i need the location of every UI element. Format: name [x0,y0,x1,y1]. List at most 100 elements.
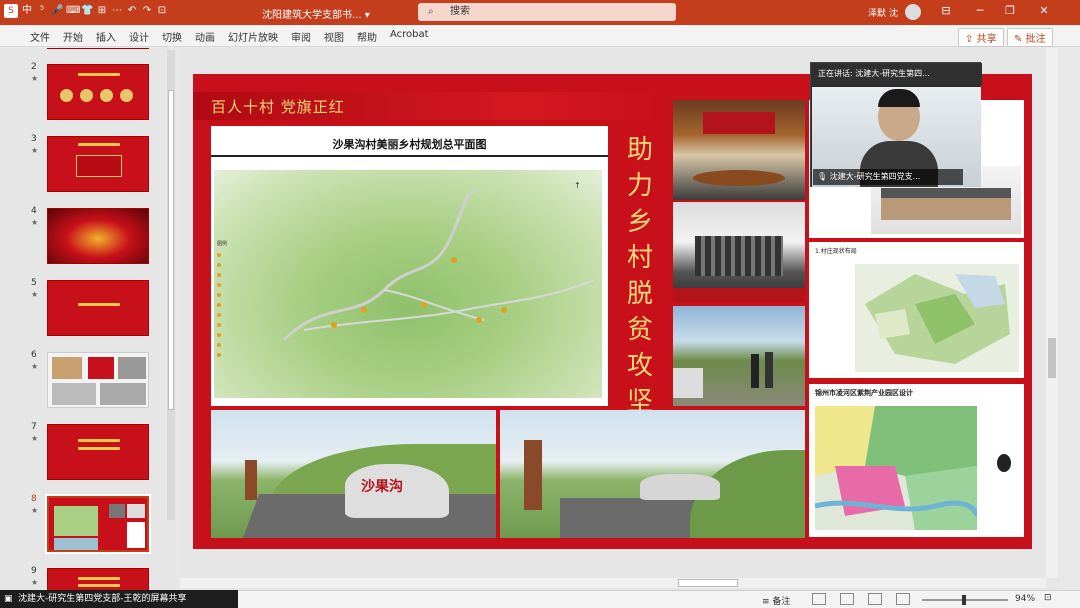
horizontal-scrollbar[interactable] [180,578,1046,588]
tab-home[interactable]: 开始 [63,29,83,44]
present-icon[interactable]: ⊡ [156,4,168,18]
comment-icon: ✎ [1014,34,1023,45]
slide-heading: 百人十村 党旗正红 [211,98,345,116]
slide-star-icon: ★ [31,506,39,515]
tab-transitions[interactable]: 切换 [162,29,182,44]
notes-button[interactable]: ≡ 备注 [762,594,790,607]
scrollbar-handle[interactable] [168,90,174,410]
thumb-title-bar [78,143,120,146]
meeting-photo [673,100,805,200]
speaking-indicator: 正在讲话: 沈建大-研究生第四... [811,63,982,85]
map-drawing: ↑ [282,181,595,342]
keyboard-icon[interactable]: ⌨ [66,4,80,18]
zoom-slider-knob[interactable] [962,595,966,605]
slide-thumbnail-9[interactable] [47,568,149,590]
video-participant-tile[interactable]: 正在讲话: 沈建大-研究生第四... 🎙 沈建大-研究生第四党支... [810,62,982,187]
tab-acrobat[interactable]: Acrobat [390,29,429,44]
slide-thumbnail-3[interactable] [47,136,149,192]
slide-number: 6 [31,350,37,360]
ribbon-display-icon[interactable]: ⊟ [936,4,956,17]
search-icon: ⌕ [428,6,434,17]
slide-thumbnail-6[interactable] [47,352,149,408]
legend-dot-icon [217,293,221,297]
search-box[interactable]: ⌕ 搜索 [418,3,676,21]
title-bar: S 中 ⁵ 🎤 ⌨ 👕 ⊞ ⋯ ↶ ↷ ⊡ 沈阳建筑大学支部书... ▾ ⌕ 搜… [0,0,1080,25]
slide-star-icon: ★ [31,74,39,83]
slide-number: 4 [31,206,37,216]
building [881,196,1011,220]
legend-item [217,310,255,320]
scrollbar-handle[interactable] [678,579,738,587]
roof [881,188,1011,198]
slide-thumbnail-8[interactable] [45,494,151,554]
microphone-icon[interactable]: 🎤 [51,4,63,18]
slide-thumbnail-2[interactable] [47,64,149,120]
more-icon[interactable]: ⋯ [111,4,123,18]
tab-slideshow[interactable]: 幻灯片放映 [228,29,278,44]
skin-icon[interactable]: 👕 [81,4,93,18]
ime-chinese-icon[interactable]: 中 [21,4,33,18]
park-drawing [815,406,977,530]
tab-animations[interactable]: 动画 [195,29,215,44]
master-plan-title: 沙果沟村美丽乡村规划总平面图 [332,138,487,151]
tab-view[interactable]: 视图 [324,29,344,44]
site-visit-photo [673,306,805,406]
thumb-photo [54,538,98,550]
slide-thumbnail-5[interactable] [47,280,149,336]
tab-insert[interactable]: 插入 [96,29,116,44]
reading-view-icon[interactable] [868,593,882,605]
slide-sorter-icon[interactable] [840,593,854,605]
user-name[interactable]: 泽默 沈 [868,6,898,19]
slide-thumbnail-1[interactable] [47,48,149,49]
app-logo-icon[interactable]: S [4,4,18,18]
toolbox-icon[interactable]: ⊞ [96,4,108,18]
tab-file[interactable]: 文件 [30,29,50,44]
redo-icon[interactable]: ↷ [141,4,153,18]
thumb-circle [120,89,133,102]
slide-star-icon: ★ [31,146,39,155]
thumb-photo [109,504,125,518]
thumb-title-bar [78,584,120,587]
punctuation-icon[interactable]: ⁵ [36,4,48,18]
slideshow-view-icon[interactable] [896,593,910,605]
screen-share-notice: ▣ 沈建大-研究生第四党支部-王乾的屏幕共享 [0,590,238,608]
maximize-icon[interactable]: ❐ [1000,4,1020,17]
meeting-table [693,170,785,186]
legend-item [217,250,255,260]
industrial-park-card: 锦州市凌河区紫荆产业园区设计 [809,384,1024,537]
minimize-icon[interactable]: ─ [970,4,990,17]
zoom-level[interactable]: 94% [1015,594,1035,604]
normal-view-icon[interactable] [812,593,826,605]
tab-review[interactable]: 审阅 [291,29,311,44]
slide-thumbnail-7[interactable] [47,424,149,480]
thumbnail-scrollbar[interactable] [167,50,175,520]
legend-dot-icon [217,343,221,347]
share-button[interactable]: ⇪ 共享 [958,28,1004,47]
search-placeholder: 搜索 [450,6,470,17]
vertical-slogan: 助力乡村脱贫攻坚 [626,135,653,417]
thumb-photo [127,504,145,518]
slide-number: 9 [31,566,37,576]
zoom-slider[interactable] [922,595,1008,605]
legend-item [217,280,255,290]
legend-item [217,350,255,360]
master-plan-card: 沙果沟村美丽乡村规划总平面图 ↑ 图例 [211,126,608,406]
tab-design[interactable]: 设计 [129,29,149,44]
scrollbar-handle[interactable] [1048,338,1056,378]
avatar[interactable] [905,4,921,20]
notes-label: 备注 [772,597,791,607]
tab-help[interactable]: 帮助 [357,29,377,44]
document-title[interactable]: 沈阳建筑大学支部书... ▾ [262,6,370,21]
legend-item [217,260,255,270]
slide-star-icon: ★ [31,362,39,371]
group-photo [673,202,805,302]
vertical-scrollbar[interactable] [1046,48,1058,578]
legend-dot-icon [217,313,221,317]
village-status-card: 1.村庄现状布局 [809,242,1024,378]
slide-thumbnail-4[interactable] [47,208,149,264]
comment-button[interactable]: ✎ 批注 [1007,28,1053,47]
fit-slide-icon[interactable]: ⊡ [1044,593,1052,603]
close-icon[interactable]: ✕ [1034,4,1054,17]
slide-star-icon: ★ [31,290,39,299]
undo-icon[interactable]: ↶ [126,4,138,18]
